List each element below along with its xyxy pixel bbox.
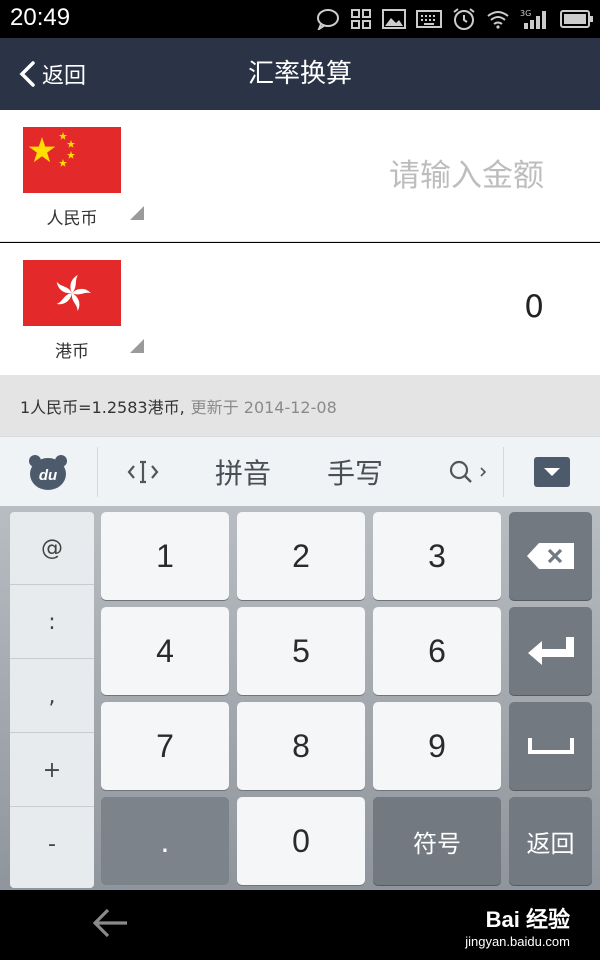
dot-key[interactable]: . xyxy=(101,797,229,885)
handwriting-label: 手写 xyxy=(326,457,383,490)
handwriting-button[interactable]: 手写 xyxy=(314,437,396,507)
rate-updated-date: 更新于 2014-12-08 xyxy=(190,397,337,417)
key-8[interactable]: 8 xyxy=(237,702,365,790)
to-currency-row: 港币 0 xyxy=(0,243,600,375)
pinyin-label: 拼音 xyxy=(214,457,271,490)
signal-icon: 3G xyxy=(520,9,546,29)
du-bear-logo-icon: du xyxy=(29,455,67,490)
image-icon xyxy=(382,9,406,29)
numeric-keyboard: @ : , + - 1 2 3 4 5 6 7 8 9 . 0 符号 返回 xyxy=(0,506,600,890)
from-currency-name[interactable]: 人民币 xyxy=(22,204,122,229)
arrow-left-icon xyxy=(92,908,127,938)
backspace-icon xyxy=(526,543,574,569)
pinyin-button[interactable]: 拼音 xyxy=(202,437,284,507)
key-3[interactable]: 3 xyxy=(373,512,501,600)
key-7[interactable]: 7 xyxy=(101,702,229,790)
key-4[interactable]: 4 xyxy=(101,607,229,695)
network-type-label: 3G xyxy=(520,9,531,18)
baidu-watermark: Bai 经验 jingyan.baidu.com xyxy=(465,902,570,949)
nav-back-button[interactable] xyxy=(90,906,130,944)
hide-keyboard-icon xyxy=(534,457,570,487)
to-currency-name[interactable]: 港币 xyxy=(22,337,122,362)
symbol-key[interactable]: , xyxy=(10,660,94,733)
watermark-logo: Bai 经验 xyxy=(485,907,570,932)
chevron-right-icon xyxy=(480,467,487,477)
symbol-key[interactable]: - xyxy=(10,808,94,881)
symbol-column: @ : , + - xyxy=(10,512,94,888)
alarm-icon xyxy=(453,8,475,30)
cursor-move-button[interactable] xyxy=(120,437,166,507)
from-currency-row: 人民币 xyxy=(0,110,600,242)
enter-icon xyxy=(527,637,574,665)
page-title: 汇率换算 xyxy=(247,59,352,89)
chat-bubble-icon xyxy=(317,9,339,30)
du-logo-text: du xyxy=(39,467,57,484)
toolbar-divider xyxy=(503,447,504,497)
china-flag-icon[interactable] xyxy=(23,127,121,193)
enter-key[interactable] xyxy=(509,607,592,695)
amount-input[interactable] xyxy=(244,154,544,198)
navigation-bar: Bai 经验 jingyan.baidu.com xyxy=(0,890,600,960)
symbol-key[interactable]: : xyxy=(10,586,94,659)
status-icons: 3G xyxy=(316,6,594,32)
keyboard-icon xyxy=(416,10,442,28)
from-currency-dropdown-icon[interactable] xyxy=(130,206,144,220)
watermark-url: jingyan.baidu.com xyxy=(465,934,570,949)
symbol-key[interactable]: @ xyxy=(10,512,94,585)
du-logo-button[interactable]: du xyxy=(18,437,78,507)
key-5[interactable]: 5 xyxy=(237,607,365,695)
status-bar: 20:49 3G xyxy=(0,0,600,38)
battery-icon xyxy=(560,10,593,28)
search-icon xyxy=(449,460,472,483)
key-1[interactable]: 1 xyxy=(101,512,229,600)
exchange-rate-text: 1人民币=1.2583港币, xyxy=(20,397,185,417)
title-bar: 返回 汇率换算 xyxy=(0,38,600,110)
backspace-key[interactable] xyxy=(509,512,592,600)
hong-kong-flag-icon[interactable] xyxy=(23,260,121,326)
key-6[interactable]: 6 xyxy=(373,607,501,695)
hide-keyboard-button[interactable] xyxy=(532,437,572,507)
space-key[interactable] xyxy=(509,702,592,790)
return-key[interactable]: 返回 xyxy=(509,797,592,885)
grid-icon xyxy=(351,9,371,29)
wifi-icon xyxy=(487,11,509,29)
search-button[interactable] xyxy=(438,437,498,507)
symbol-key[interactable]: + xyxy=(10,734,94,807)
rate-info-bar: 1人民币=1.2583港币, 更新于 2014-12-08 xyxy=(0,375,600,436)
toolbar-divider xyxy=(97,447,98,497)
converted-amount: 0 xyxy=(524,289,544,325)
cursor-move-icon xyxy=(127,460,159,484)
space-icon xyxy=(527,738,574,754)
key-0[interactable]: 0 xyxy=(237,797,365,885)
status-time: 20:49 xyxy=(10,4,71,31)
key-9[interactable]: 9 xyxy=(373,702,501,790)
to-currency-dropdown-icon[interactable] xyxy=(130,339,144,353)
keyboard-toolbar: du 拼音 手写 xyxy=(0,436,600,506)
symbol-switch-key[interactable]: 符号 xyxy=(373,797,501,885)
key-2[interactable]: 2 xyxy=(237,512,365,600)
